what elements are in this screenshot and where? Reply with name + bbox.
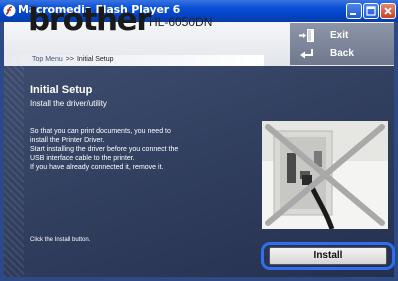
breadcrumb-current: Initial Setup xyxy=(76,56,114,63)
decorative-stripes xyxy=(4,66,24,277)
back-arrow-icon xyxy=(300,49,313,59)
close-button[interactable] xyxy=(380,3,396,19)
instructions-line: Start installing the driver before you c… xyxy=(30,146,179,153)
exit-door-icon xyxy=(299,29,314,42)
maximize-button[interactable] xyxy=(363,3,379,19)
printer-model: HL-6050DN xyxy=(149,15,213,29)
instructions-line: install the Printer Driver. xyxy=(30,137,105,144)
breadcrumb-separator: >> xyxy=(65,56,74,63)
instructions-line: If you have already connected it, remove… xyxy=(30,164,164,171)
usb-cable-illustration xyxy=(262,121,388,229)
breadcrumb-top-menu[interactable]: Top Menu xyxy=(32,56,63,63)
back-button[interactable]: Back xyxy=(298,45,388,62)
exit-label: Exit xyxy=(330,30,349,41)
printer-cable-photo xyxy=(262,121,388,229)
install-button[interactable]: Install xyxy=(269,247,387,265)
install-hint: Click the Install button. xyxy=(30,237,91,243)
flash-player-window: Macromedia Flash Player 6 brother HL-605… xyxy=(0,0,398,281)
flash-player-icon xyxy=(3,4,16,17)
instructions-line: So that you can print documents, you nee… xyxy=(30,128,171,135)
page-title: Initial Setup xyxy=(30,84,93,96)
brand-logo: brother xyxy=(28,2,152,38)
maximize-icon xyxy=(366,6,376,16)
breadcrumb: Top Menu >> Initial Setup xyxy=(32,56,114,63)
minimize-icon xyxy=(350,13,356,15)
instructions-text: So that you can print documents, you nee… xyxy=(30,127,262,172)
close-icon xyxy=(384,7,392,15)
back-label: Back xyxy=(330,48,354,59)
minimize-button[interactable] xyxy=(346,3,362,19)
instructions-line: USB interface cable to the printer. xyxy=(30,155,135,162)
exit-button[interactable]: Exit xyxy=(298,27,388,44)
page-subtitle: Install the driver/utility xyxy=(30,99,107,108)
